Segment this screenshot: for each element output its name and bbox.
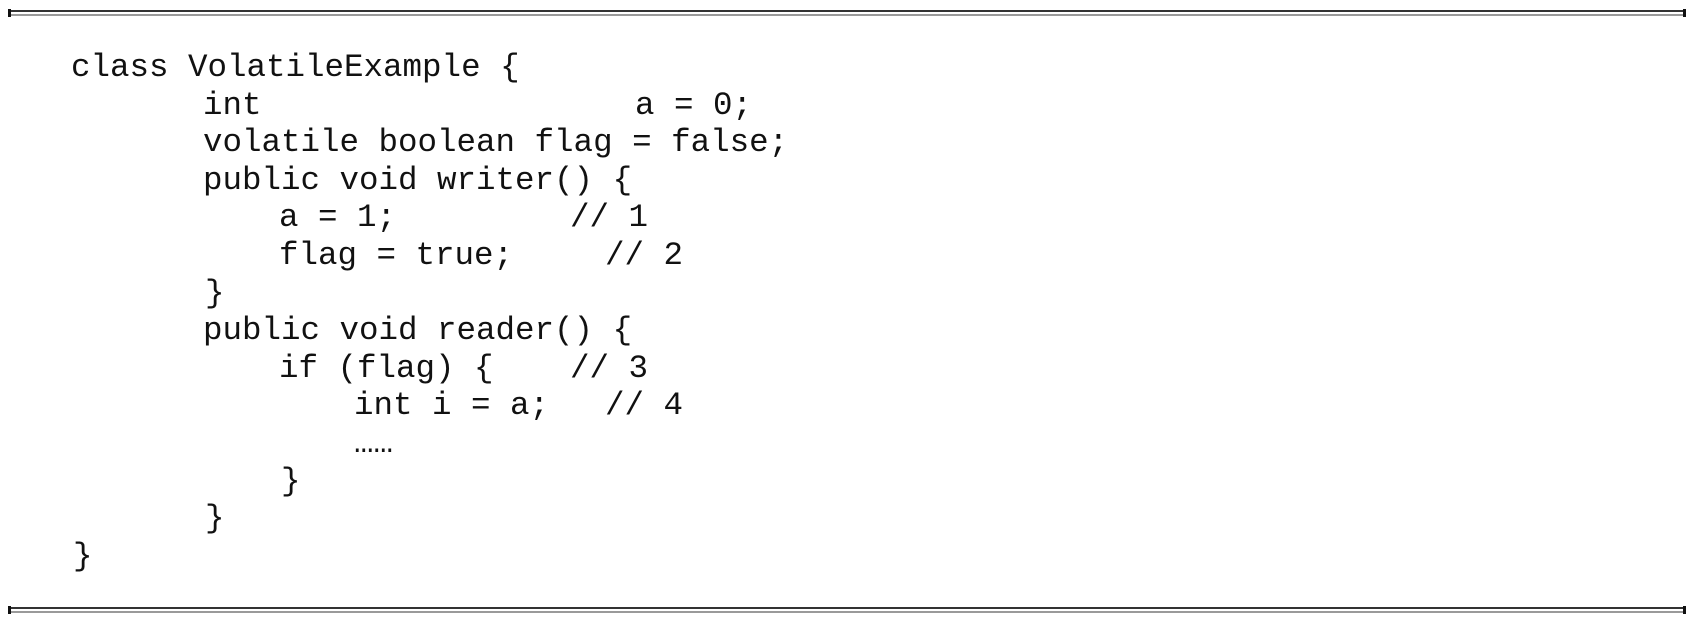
code-text: public void writer() { (203, 161, 633, 199)
code-comment: // 4 (605, 387, 684, 425)
code-text: } (281, 462, 301, 500)
code-text: a = 1; (279, 199, 397, 237)
code-text: } (205, 500, 225, 538)
code-text: } (205, 274, 225, 312)
code-text: volatile boolean flag = false; (203, 124, 789, 162)
code-text: if (flag) { (279, 349, 494, 387)
code-text: a = 0; (635, 86, 753, 124)
code-text: public void reader() { (203, 312, 633, 350)
code-text: class VolatileExample { (71, 49, 520, 86)
code-text: …… (354, 425, 394, 462)
code-comment: // 1 (570, 199, 649, 237)
code-text: int (203, 86, 262, 124)
code-text: flag = true; (279, 237, 514, 274)
code-text: } (73, 537, 93, 575)
top-rule (8, 9, 1686, 17)
code-text: int i = a; (354, 387, 550, 425)
bottom-rule (8, 606, 1686, 614)
code-comment: // 3 (570, 349, 649, 387)
code-comment: // 2 (605, 237, 684, 274)
